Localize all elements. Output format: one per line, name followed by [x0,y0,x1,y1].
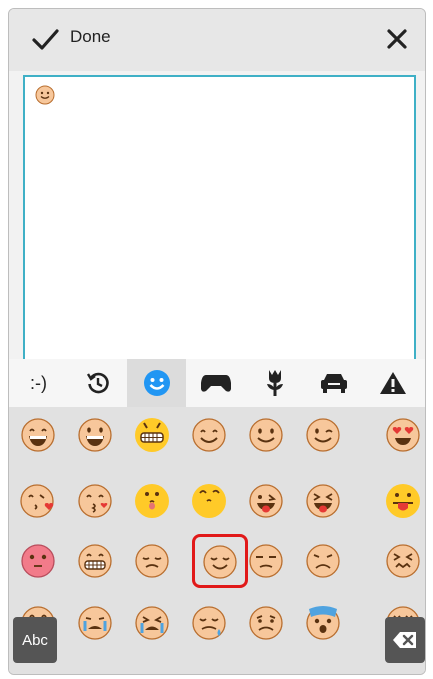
flower-icon [266,370,283,396]
emoji-category-tabs: :-) [9,359,425,408]
tab-symbols[interactable] [363,359,422,407]
sad-sweat-face-emoji[interactable] [187,601,231,645]
weary-face-emoji[interactable] [130,601,174,645]
tab-emoticons[interactable]: :-) [9,359,68,407]
recent-clock-icon [86,372,109,394]
tongue-out-yellow-emoji[interactable] [381,477,425,521]
backspace-key[interactable] [385,617,425,663]
face-blowing-kiss-emoji[interactable] [16,479,60,523]
face-tongue-yellow-emoji[interactable] [130,477,174,521]
squinting-tongue-face-emoji[interactable] [301,479,345,523]
disappointed-face-emoji[interactable] [301,539,345,583]
emoji-picker-screen: Done :-) Abc [8,8,426,675]
car-icon [320,374,347,393]
confounded-face-emoji[interactable] [381,539,425,583]
grimacing-face-yellow-emoji[interactable] [130,411,174,455]
flushed-face-emoji[interactable] [16,539,60,583]
crying-face-emoji[interactable] [73,601,117,645]
grinning-face-emoji[interactable] [16,413,60,457]
backspace-icon [393,632,416,648]
grimacing-face-emoji[interactable] [73,539,117,583]
smiley-icon [143,370,170,396]
tab-activities[interactable] [186,359,245,407]
smiling-face-emoji[interactable] [187,413,231,457]
winking-face-emoji[interactable] [301,413,345,457]
pensive-face-emoji[interactable] [130,539,174,583]
tab-smileys[interactable] [127,359,186,407]
emoticon-label: :-) [30,372,47,393]
top-bar: Done [9,9,425,71]
smiling-face-emoji [35,85,55,105]
abc-keyboard-key[interactable]: Abc [13,617,57,663]
done-label[interactable]: Done [70,27,111,47]
kissing-face-heart-emoji[interactable] [73,479,117,523]
slightly-smiling-face-emoji[interactable] [244,413,288,457]
checkmark-icon[interactable] [29,23,61,55]
worried-face-emoji[interactable] [244,601,288,645]
close-icon[interactable] [381,23,413,55]
winking-tongue-face-emoji[interactable] [244,479,288,523]
winking-tongue-yellow-emoji[interactable] [187,477,231,521]
tab-nature[interactable] [245,359,304,407]
beaming-face-emoji[interactable] [73,413,117,457]
relieved-face-emoji[interactable] [198,540,242,584]
triangle-icon [379,372,406,394]
tab-travel[interactable] [304,359,363,407]
gamepad-icon [200,375,231,392]
fearful-face-emoji[interactable] [301,601,345,645]
heart-eyes-face-emoji[interactable] [381,413,425,457]
text-editor[interactable] [23,75,416,361]
tab-recent[interactable] [68,359,127,407]
unamused-face-emoji[interactable] [244,539,288,583]
